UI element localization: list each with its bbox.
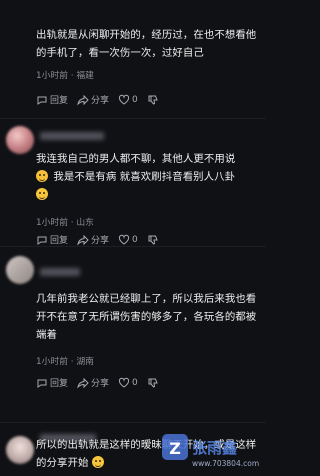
- like-button[interactable]: 0: [118, 94, 138, 106]
- reply-icon: [37, 96, 47, 105]
- comment-meta: 1小时前 · 山东: [36, 218, 94, 228]
- watermark-url: www.703804.com: [192, 459, 259, 468]
- reply-label: 回复: [50, 379, 69, 389]
- like-count: 0: [132, 234, 138, 245]
- thumbs-down-icon: [148, 95, 158, 105]
- reply-button[interactable]: 回复: [36, 93, 68, 106]
- like-button[interactable]: 0: [118, 234, 138, 246]
- heart-icon: [119, 94, 130, 105]
- laugh-emoji-icon: [91, 456, 104, 468]
- heart-icon: [119, 377, 130, 388]
- watermark-logo: Z 张雨鑫 www.703804.com: [146, 428, 266, 472]
- avatar[interactable]: [6, 436, 34, 464]
- dislike-button[interactable]: [147, 377, 161, 389]
- avatar[interactable]: [6, 256, 34, 284]
- share-button[interactable]: 分享: [77, 233, 109, 246]
- share-button[interactable]: 分享: [77, 93, 109, 106]
- comment-text: 出轨就是从闲聊开始的，经历过，在也不想看他的手机了，看一次伤一次，过好自己: [36, 29, 257, 59]
- comment-2: 我连我自己的男人都不聊，其他人更不用说 我是不是有病 就喜欢刷抖音看别人八卦 1…: [0, 120, 266, 246]
- comment-text-line2: 我是不是有病 就喜欢刷抖音看别人八卦: [53, 171, 236, 183]
- reply-label: 回复: [50, 236, 69, 246]
- share-icon: [77, 94, 89, 105]
- heart-icon: [119, 234, 130, 245]
- dislike-button[interactable]: [147, 234, 161, 246]
- username-blurred[interactable]: [40, 268, 80, 276]
- share-icon: [77, 234, 89, 245]
- comment-text-line1: 我连我自己的男人都不聊，其他人更不用说: [36, 153, 236, 165]
- comment-3: 几年前我老公就已经聊上了，所以我后来我也看开不在意了无所谓伤害的够多了，各玩各的…: [0, 250, 266, 430]
- share-button[interactable]: 分享: [77, 376, 109, 389]
- share-label: 分享: [91, 236, 110, 246]
- divider: [0, 246, 266, 247]
- laugh-emoji-icon: [36, 188, 48, 200]
- reply-icon: [37, 236, 47, 245]
- svg-text:Z: Z: [169, 439, 181, 458]
- divider: [0, 118, 266, 119]
- laugh-cry-emoji-icon: [36, 170, 48, 182]
- comment-actions: 回复 分享 0: [36, 93, 170, 106]
- thumbs-down-icon: [148, 378, 158, 388]
- comment-text: 几年前我老公就已经聊上了，所以我后来我也看开不在意了无所谓伤害的够多了，各玩各的…: [36, 293, 257, 341]
- divider: [0, 422, 266, 423]
- reply-button[interactable]: 回复: [36, 233, 68, 246]
- reply-button[interactable]: 回复: [36, 376, 68, 389]
- like-count: 0: [132, 377, 138, 388]
- comment-meta: 1小时前 · 湖南: [36, 357, 94, 367]
- share-icon: [77, 377, 89, 388]
- dislike-button[interactable]: [147, 94, 161, 106]
- like-count: 0: [132, 94, 138, 105]
- comment-text: 我连我自己的男人都不聊，其他人更不用说 我是不是有病 就喜欢刷抖音看别人八卦: [36, 150, 258, 204]
- watermark-brand: 张雨鑫: [192, 439, 237, 457]
- share-label: 分享: [91, 379, 110, 389]
- reply-label: 回复: [50, 96, 69, 106]
- like-button[interactable]: 0: [118, 377, 138, 389]
- share-label: 分享: [91, 96, 110, 106]
- thumbs-down-icon: [148, 235, 158, 245]
- reply-icon: [37, 379, 47, 388]
- avatar[interactable]: [6, 126, 34, 154]
- username-blurred[interactable]: [40, 132, 104, 140]
- comment-actions: 回复 分享 0: [36, 376, 170, 389]
- comment-meta: 1小时前 · 福建: [36, 71, 94, 81]
- comment-1: 出轨就是从闲聊开始的，经历过，在也不想看他的手机了，看一次伤一次，过好自己 1小…: [0, 0, 266, 120]
- comment-actions: 回复 分享 0: [36, 233, 170, 246]
